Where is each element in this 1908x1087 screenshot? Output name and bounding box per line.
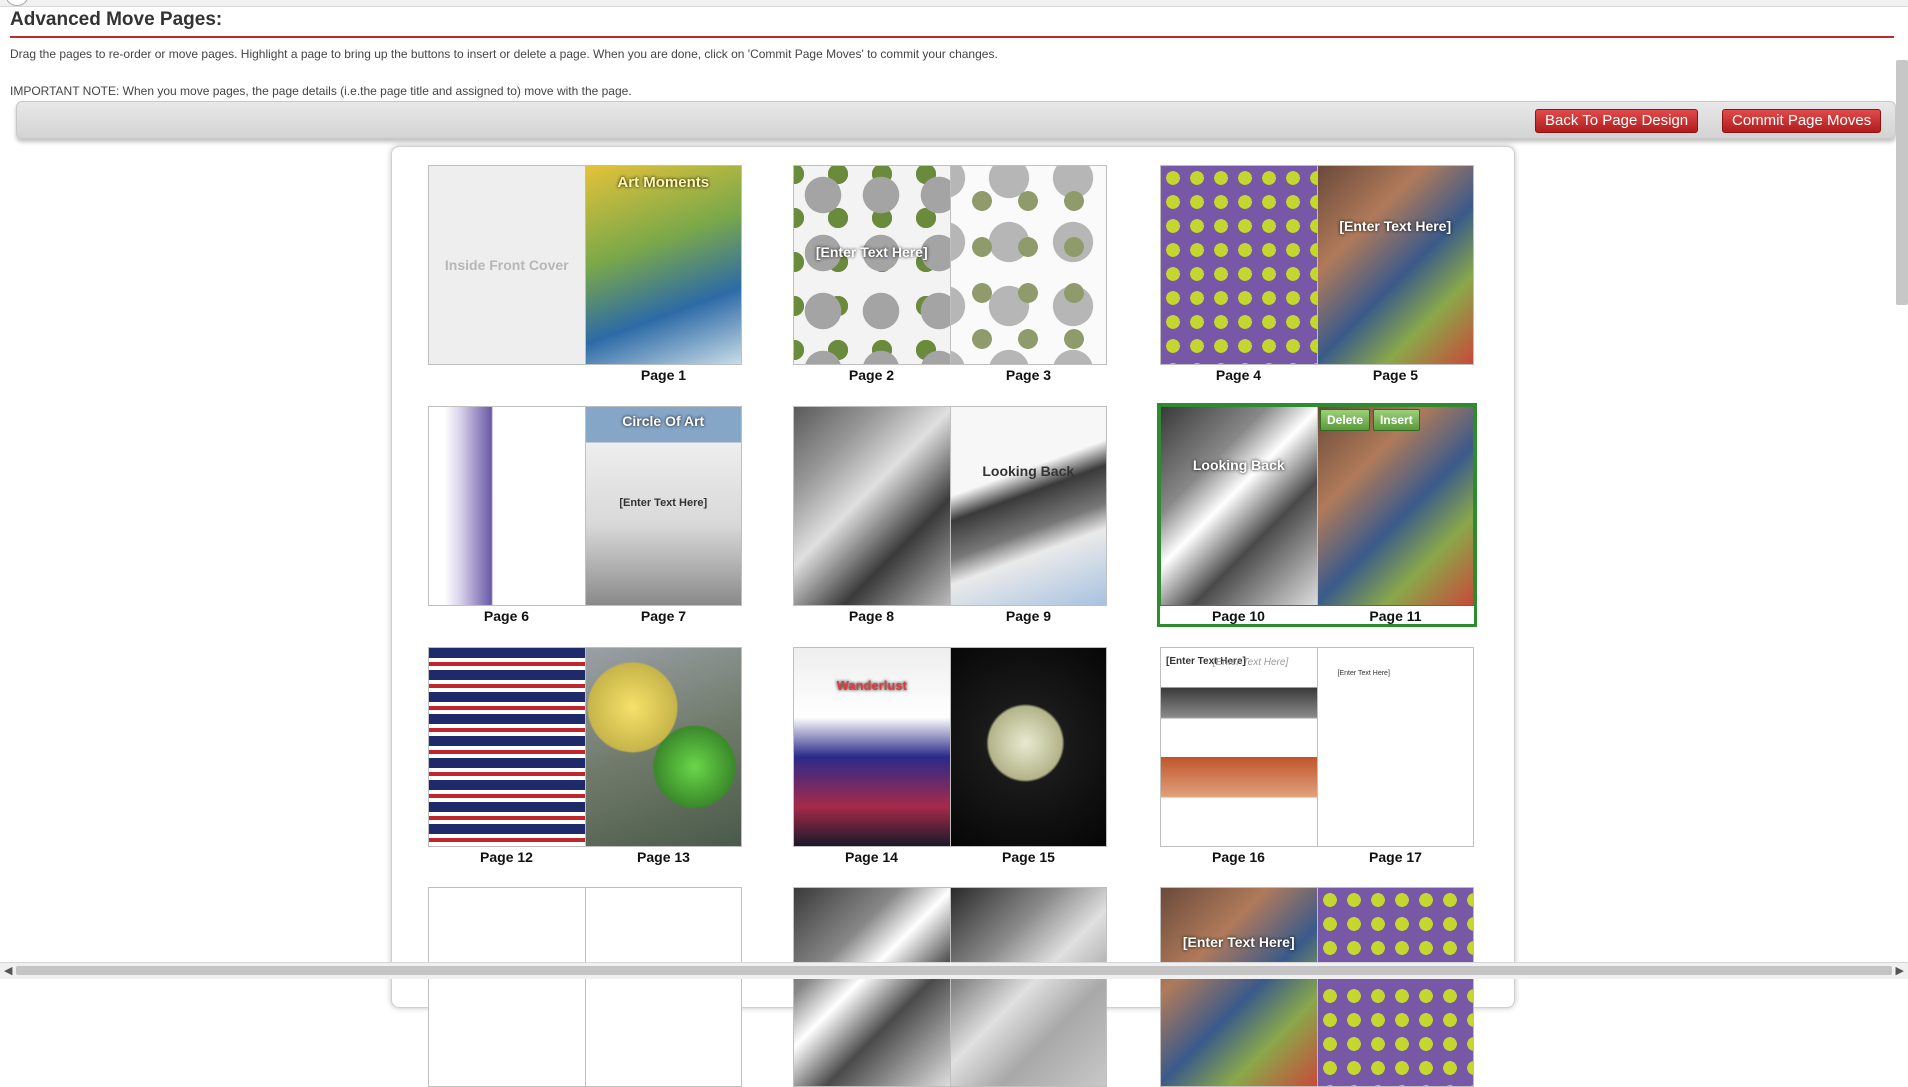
text-placeholder: [Enter Text Here] bbox=[619, 497, 708, 509]
spread-12[interactable]: [Enter Text Here] bbox=[1160, 887, 1474, 1087]
page-thumb-7[interactable]: Circle Of Art [Enter Text Here] bbox=[584, 407, 741, 605]
page-thumb-18[interactable] bbox=[429, 888, 585, 1086]
page-thumb-23[interactable] bbox=[1316, 888, 1473, 1086]
page-thumb-6[interactable] bbox=[429, 407, 585, 605]
spread-6-selected[interactable]: Delete Insert Looking Back Page 10 Page 1… bbox=[1160, 406, 1474, 624]
vertical-scrollbar-thumb[interactable] bbox=[1896, 60, 1908, 305]
circle-icon bbox=[6, 0, 28, 6]
spread-5[interactable]: Looking Back Page 8 Page 9 bbox=[793, 406, 1107, 624]
spread-2[interactable]: [Enter Text Here] Page 2 Page 3 bbox=[793, 165, 1107, 383]
horizontal-scrollbar-thumb[interactable] bbox=[16, 966, 1892, 975]
page-label: Page 10 bbox=[1212, 608, 1265, 624]
spread-1[interactable]: Inside Front Cover Art Moments Page 1 bbox=[428, 165, 742, 383]
text-placeholder: [Enter Text Here] bbox=[1213, 657, 1289, 668]
page-label: Page 2 bbox=[848, 367, 895, 383]
page-title-overlay: Circle Of Art bbox=[622, 413, 705, 429]
important-note: IMPORTANT NOTE: When you move pages, the… bbox=[10, 84, 632, 98]
inside-front-cover[interactable]: Inside Front Cover bbox=[429, 166, 585, 364]
page-thumb-12[interactable] bbox=[429, 648, 585, 846]
page-title-overlay: Art Moments bbox=[617, 174, 710, 191]
page-thumb-13[interactable] bbox=[584, 648, 741, 846]
page-label: Page 15 bbox=[1002, 849, 1055, 865]
action-toolbar: Back To Page Design Commit Page Moves bbox=[16, 101, 1896, 139]
page-thumb-17[interactable]: [Enter Text Here] bbox=[1316, 648, 1473, 846]
page-thumb-10[interactable]: Looking Back bbox=[1161, 407, 1317, 605]
page-thumb-22[interactable]: [Enter Text Here] bbox=[1161, 888, 1317, 1086]
page-label: Page 4 bbox=[1215, 367, 1262, 383]
page-thumb-15[interactable] bbox=[949, 648, 1106, 846]
page-label bbox=[428, 365, 585, 383]
page-thumb-19[interactable] bbox=[584, 888, 741, 1086]
page-thumb-21[interactable] bbox=[949, 888, 1106, 1086]
page-thumb-20[interactable] bbox=[794, 888, 950, 1086]
back-to-page-design-button[interactable]: Back To Page Design bbox=[1535, 109, 1699, 133]
spread-3[interactable]: [Enter Text Here] Page 4 Page 5 bbox=[1160, 165, 1474, 383]
spread-9[interactable]: [Enter Text Here] [Enter Text Here] [Ent… bbox=[1160, 647, 1474, 865]
spread-11[interactable] bbox=[793, 887, 1107, 1087]
text-placeholder: [Enter Text Here] bbox=[1339, 218, 1452, 234]
page-label: Page 7 bbox=[640, 608, 687, 624]
page-thumb-1[interactable]: Art Moments bbox=[584, 166, 741, 364]
spread-8[interactable]: Wanderlust Page 14 Page 15 bbox=[793, 647, 1107, 865]
page-label: Page 5 bbox=[1372, 367, 1419, 383]
page-label: Page 1 bbox=[640, 367, 687, 383]
scroll-left-icon[interactable]: ◀ bbox=[4, 964, 12, 977]
page-thumb-16[interactable]: [Enter Text Here] [Enter Text Here] bbox=[1161, 648, 1317, 846]
page-thumb-3[interactable] bbox=[949, 166, 1106, 364]
page-label: Page 17 bbox=[1369, 849, 1422, 865]
delete-page-button[interactable]: Delete bbox=[1320, 409, 1371, 431]
page-label: Page 8 bbox=[848, 608, 895, 624]
page-label: Page 9 bbox=[1005, 608, 1052, 624]
horizontal-scrollbar[interactable]: ◀ ▶ bbox=[0, 962, 1908, 979]
page-thumb-8[interactable] bbox=[794, 407, 950, 605]
scroll-right-icon[interactable]: ▶ bbox=[1896, 964, 1904, 977]
text-placeholder: Looking Back bbox=[982, 463, 1075, 479]
insert-page-button[interactable]: Insert bbox=[1373, 409, 1420, 431]
page-label: Page 12 bbox=[480, 849, 533, 865]
instructions-text: Drag the pages to re-order or move pages… bbox=[10, 47, 998, 61]
page-thumb-11[interactable] bbox=[1316, 407, 1473, 605]
browser-top-strip bbox=[0, 0, 1908, 7]
spread-7[interactable]: Page 12 Page 13 bbox=[428, 647, 742, 865]
page-title: Advanced Move Pages: bbox=[10, 9, 223, 30]
page-label: Page 14 bbox=[845, 849, 898, 865]
page-label: Page 16 bbox=[1212, 849, 1265, 865]
page-label: Page 11 bbox=[1369, 608, 1422, 624]
page-label: Page 13 bbox=[637, 849, 690, 865]
spread-10[interactable] bbox=[428, 887, 742, 1087]
page-label: Page 6 bbox=[483, 608, 530, 624]
commit-page-moves-button[interactable]: Commit Page Moves bbox=[1722, 109, 1882, 133]
page-thumb-2[interactable]: [Enter Text Here] bbox=[794, 166, 950, 364]
text-placeholder: [Enter Text Here] bbox=[1337, 670, 1390, 677]
text-placeholder: Looking Back bbox=[1192, 457, 1285, 473]
page-thumb-9[interactable]: Looking Back bbox=[949, 407, 1106, 605]
page-title-overlay: Wanderlust bbox=[836, 678, 907, 693]
cover-label: Inside Front Cover bbox=[444, 257, 569, 273]
text-placeholder: [Enter Text Here] bbox=[1182, 934, 1295, 950]
title-divider bbox=[10, 36, 1894, 38]
page-thumb-5[interactable]: [Enter Text Here] bbox=[1316, 166, 1473, 364]
page-thumb-14[interactable]: Wanderlust bbox=[794, 648, 950, 846]
page-thumb-4[interactable] bbox=[1161, 166, 1317, 364]
spread-4[interactable]: Circle Of Art [Enter Text Here] Page 6 Pa… bbox=[428, 406, 742, 624]
text-placeholder: [Enter Text Here] bbox=[815, 244, 928, 260]
page-actions: Delete Insert bbox=[1320, 409, 1420, 431]
page-label: Page 3 bbox=[1005, 367, 1052, 383]
page-board: Inside Front Cover Art Moments Page 1 [E… bbox=[391, 146, 1515, 1087]
